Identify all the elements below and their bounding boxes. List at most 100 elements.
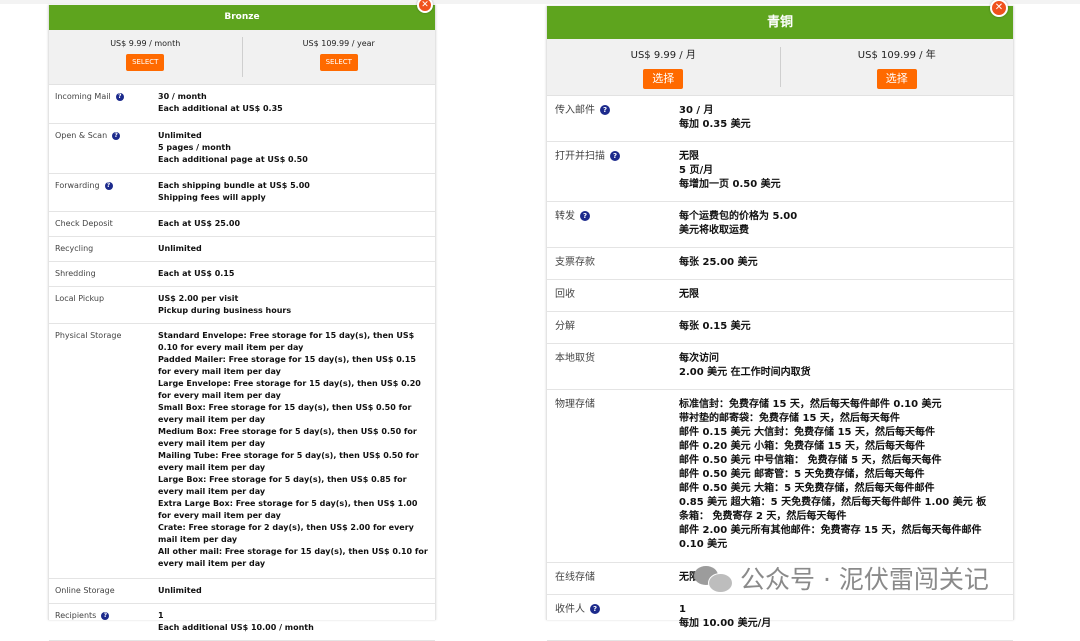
- feature-row: Open & Scan? Unlimited 5 pages / month Each…: [49, 124, 435, 174]
- feature-label-text: 物理存储: [555, 399, 595, 410]
- help-icon[interactable]: ?: [104, 181, 113, 190]
- feature-value: 每张 25.00 美元: [679, 248, 1009, 279]
- feature-label: Recycling: [49, 237, 158, 261]
- feature-label: 分解: [547, 312, 679, 343]
- monthly-option: US$ 9.99 / 月 选择: [547, 39, 780, 95]
- feature-label-text: Recycling: [55, 244, 94, 253]
- plan-title: 青铜: [547, 6, 1013, 39]
- feature-row: Local Pickup US$ 2.00 per visit Pickup dur…: [49, 287, 435, 324]
- feature-value-line: Standard Envelope: Free storage for 15 d…: [158, 331, 415, 352]
- feature-value-line: 带衬垫的邮寄袋：免费存储 15 天，然后每天每件: [679, 413, 900, 424]
- help-icon[interactable]: ?: [610, 151, 620, 161]
- help-icon[interactable]: ?: [590, 604, 600, 614]
- feature-value-line: 邮件 0.20 美元 小箱：免费存储 15 天，然后每天每件: [679, 441, 925, 452]
- feature-value-line: Each additional page at US$ 0.50: [158, 155, 308, 164]
- feature-label: Online Storage: [49, 579, 158, 603]
- help-icon[interactable]: ?: [115, 92, 124, 101]
- feature-value-line: 每个运费包的价格为 5.00: [679, 211, 798, 222]
- feature-row: Recipients? 1 Each additional US$ 10.00 / …: [49, 604, 435, 641]
- feature-value-line: Unlimited: [158, 586, 202, 595]
- feature-value-line: Large Envelope: Free storage for 15 day(…: [158, 379, 421, 400]
- yearly-price: US$ 109.99 / year: [302, 39, 375, 48]
- feature-label-text: Incoming Mail: [55, 92, 111, 101]
- feature-value-line: 每加 10.00 美元/月: [679, 618, 772, 629]
- price-options: US$ 9.99 / 月 选择 US$ 109.99 / 年 选择: [547, 39, 1013, 96]
- help-icon[interactable]: ?: [112, 131, 121, 140]
- feature-value-line: Padded Mailer: Free storage for 15 day(s…: [158, 355, 416, 376]
- feature-value: 标准信封：免费存储 15 天，然后每天每件邮件 0.10 美元 带衬垫的邮寄袋：免…: [679, 390, 1009, 562]
- feature-label: Incoming Mail?: [49, 85, 158, 123]
- feature-value: 1 每加 10.00 美元/月: [679, 595, 1009, 640]
- help-icon[interactable]: ?: [101, 611, 110, 620]
- feature-value-line: 美元将收取运费: [679, 225, 749, 236]
- feature-row: 物理存储 标准信封：免费存储 15 天，然后每天每件邮件 0.10 美元 带衬垫的邮…: [547, 390, 1013, 563]
- feature-label: Physical Storage: [49, 324, 158, 578]
- feature-value: 每个运费包的价格为 5.00 美元将收取运费: [679, 202, 1009, 247]
- feature-row: Shredding Each at US$ 0.15: [49, 262, 435, 287]
- feature-value-line: Each additional at US$ 0.35: [158, 104, 283, 113]
- feature-label-text: 打开并扫描: [555, 151, 605, 162]
- feature-value-line: 0.85 美元 超大箱：5 天免费存储，然后每天每件邮件 1.00 美元 板: [679, 497, 987, 508]
- feature-label: 本地取货: [547, 344, 679, 389]
- feature-value-line: Mailing Tube: Free storage for 5 day(s),…: [158, 451, 419, 472]
- feature-row: Online Storage Unlimited: [49, 579, 435, 604]
- feature-value-line: 邮件 0.50 美元 邮寄管：5 天免费存储，然后每天每件: [679, 469, 925, 480]
- feature-label-text: Check Deposit: [55, 219, 113, 228]
- help-icon[interactable]: ?: [600, 105, 610, 115]
- feature-label-text: Physical Storage: [55, 331, 122, 340]
- select-monthly-button[interactable]: 选择: [643, 69, 684, 89]
- feature-row: 支票存款 每张 25.00 美元: [547, 248, 1013, 280]
- feature-value-line: 无限: [679, 151, 699, 162]
- select-monthly-button[interactable]: SELECT: [126, 54, 165, 71]
- help-icon[interactable]: ?: [580, 211, 590, 221]
- yearly-option: US$ 109.99 / year SELECT: [241, 37, 436, 77]
- feature-value-line: 5 pages / month: [158, 143, 231, 152]
- feature-value-line: 每张 0.15 美元: [679, 321, 751, 332]
- wechat-icon: [694, 564, 733, 593]
- monthly-price: US$ 9.99 / 月: [630, 50, 696, 61]
- feature-value: Each at US$ 25.00: [158, 212, 430, 236]
- feature-value-line: 标准信封：免费存储 15 天，然后每天每件邮件 0.10 美元: [679, 399, 942, 410]
- feature-label-text: Local Pickup: [55, 294, 105, 303]
- feature-value-line: Each at US$ 25.00: [158, 219, 241, 228]
- feature-label: Open & Scan?: [49, 124, 158, 173]
- feature-value-line: 邮件 2.00 美元所有其他邮件：免费寄存 15 天，然后每天每件邮件 0.10…: [679, 525, 982, 550]
- plan-title: Bronze: [49, 5, 435, 30]
- select-yearly-button[interactable]: 选择: [876, 69, 917, 89]
- feature-row: 本地取货 每次访问 2.00 美元 在工作时间内取货: [547, 344, 1013, 390]
- price-options: US$ 9.99 / month SELECT US$ 109.99 / yea…: [49, 30, 435, 85]
- feature-label-text: 在线存储: [555, 572, 595, 583]
- feature-value: Each at US$ 0.15: [158, 262, 430, 286]
- feature-label-text: 收件人: [555, 604, 585, 615]
- feature-value: Unlimited: [158, 579, 430, 603]
- feature-value-line: 2.00 美元 在工作时间内取货: [679, 367, 811, 378]
- feature-value-line: Large Box: Free storage for 5 day(s), th…: [158, 475, 407, 496]
- feature-row: 转发? 每个运费包的价格为 5.00 美元将收取运费: [547, 202, 1013, 248]
- watermark-text: 公众号 · 泥伏雷闯关记: [740, 565, 989, 594]
- feature-value-line: Each shipping bundle at US$ 5.00: [158, 181, 310, 190]
- feature-row: Forwarding? Each shipping bundle at US$ 5…: [49, 174, 435, 212]
- feature-value: 无限: [679, 280, 1009, 311]
- feature-value-line: 条箱： 免费寄存 2 天，然后每天每件: [679, 511, 847, 522]
- feature-row: Recycling Unlimited: [49, 237, 435, 262]
- feature-value-line: All other mail: Free storage for 15 day(…: [158, 547, 428, 568]
- feature-value: 1 Each additional US$ 10.00 / month: [158, 604, 430, 640]
- feature-row: 回收 无限: [547, 280, 1013, 312]
- feature-value-line: 无限: [679, 289, 699, 300]
- feature-value: Standard Envelope: Free storage for 15 d…: [158, 324, 430, 578]
- feature-value-line: Unlimited: [158, 131, 202, 140]
- feature-value: US$ 2.00 per visit Pickup during business…: [158, 287, 430, 323]
- feature-value-line: Extra Large Box: Free storage for 5 day(…: [158, 499, 418, 520]
- feature-row: Physical Storage Standard Envelope: Free …: [49, 324, 435, 579]
- feature-label: Check Deposit: [49, 212, 158, 236]
- feature-value: Each shipping bundle at US$ 5.00 Shipping…: [158, 174, 430, 211]
- feature-row: 分解 每张 0.15 美元: [547, 312, 1013, 344]
- feature-label-text: 分解: [555, 321, 575, 332]
- feature-label: 物理存储: [547, 390, 679, 562]
- feature-label: 传入邮件?: [547, 96, 679, 141]
- feature-label: 回收: [547, 280, 679, 311]
- feature-value-line: 每增加一页 0.50 美元: [679, 179, 781, 190]
- feature-value-line: 每张 25.00 美元: [679, 257, 758, 268]
- select-yearly-button[interactable]: SELECT: [319, 54, 358, 71]
- yearly-price: US$ 109.99 / 年: [857, 50, 936, 61]
